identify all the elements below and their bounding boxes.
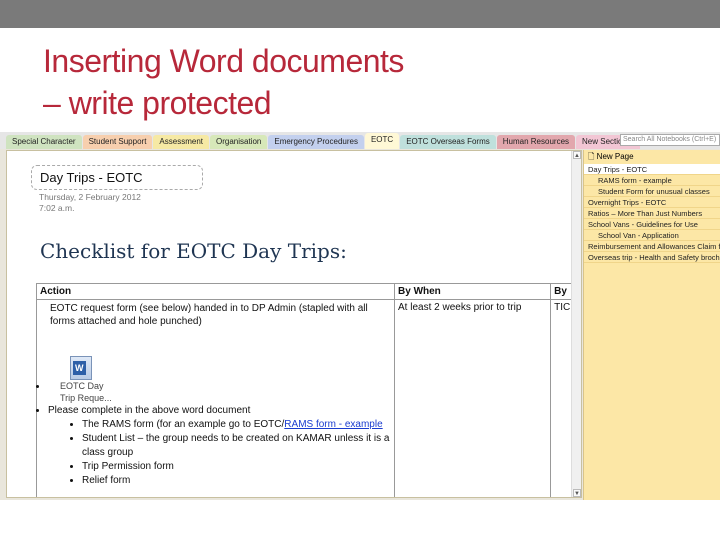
action-text: EOTC request form (see below) handed in …	[50, 303, 368, 327]
attachment-label[interactable]: EOTC Day Trip Reque...	[48, 380, 118, 404]
page-list-panel: 🗋 New Page Day Trips - EOTC RAMS form - e…	[583, 150, 720, 500]
list-item: The RAMS form (for an example go to EOTC…	[82, 418, 391, 432]
header-action: Action	[35, 283, 396, 300]
date: Thursday, 2 February 2012	[39, 192, 141, 202]
time: 7:02 a.m.	[39, 203, 75, 213]
page-list-item[interactable]: Reimbursement and Allowances Claim form	[584, 241, 720, 252]
header-by-when: By When	[394, 283, 552, 300]
action-cell: EOTC request form (see below) handed in …	[35, 299, 396, 497]
table-row: EOTC request form (see below) handed in …	[35, 299, 581, 497]
rams-link[interactable]: RAMS form - example	[284, 419, 382, 430]
title-line-1: Inserting Word documents	[43, 43, 404, 79]
page-canvas: Day Trips - EOTC Thursday, 2 February 20…	[6, 150, 582, 498]
tab-assessment[interactable]: Assessment	[153, 135, 209, 149]
rams-text: The RAMS form (for an example go to EOTC…	[82, 419, 285, 430]
new-page-label: New Page	[596, 152, 634, 161]
list-item: Relief form	[82, 474, 391, 488]
page-heading: Checklist for EOTC Day Trips:	[40, 239, 347, 263]
scroll-up-icon[interactable]: ▲	[573, 151, 581, 159]
page-list-item[interactable]: RAMS form - example	[584, 175, 720, 186]
scroll-down-icon[interactable]: ▼	[573, 489, 581, 497]
list-item: Trip Permission form	[82, 460, 391, 474]
table-header-row: Action By When By	[35, 283, 581, 300]
tab-organisation[interactable]: Organisation	[210, 135, 268, 149]
slide-top-bar	[0, 0, 720, 28]
word-document-icon[interactable]: W	[70, 356, 92, 380]
tab-human-resources[interactable]: Human Resources	[496, 135, 576, 149]
new-page-icon: 🗋	[588, 152, 595, 161]
instruction-item: Please complete in the above word docume…	[48, 404, 391, 418]
tab-emergency-procedures[interactable]: Emergency Procedures	[268, 135, 364, 149]
vertical-scrollbar[interactable]: ▲ ▼	[571, 151, 581, 497]
tab-eotc[interactable]: EOTC	[364, 133, 400, 149]
title-line-2: – write protected	[43, 85, 272, 121]
page-title[interactable]: Day Trips - EOTC	[31, 165, 203, 190]
page-date: Thursday, 2 February 2012 7:02 a.m.	[39, 192, 141, 214]
page-list-item[interactable]: Ratios – More Than Just Numbers	[584, 208, 720, 219]
slide-title: Inserting Word documents – write protect…	[43, 40, 404, 124]
new-page-button[interactable]: 🗋 New Page	[584, 150, 720, 164]
page-list-item[interactable]: Student Form for unusual classes	[584, 186, 720, 197]
checklist-table: Action By When By EOTC request form (see…	[35, 283, 581, 497]
attachment-item: W EOTC Day Trip Reque...	[48, 356, 391, 404]
page-list-item[interactable]: School Vans - Guidelines for Use	[584, 219, 720, 230]
page-list-item[interactable]: School Van - Application	[584, 230, 720, 241]
section-tabs: Special Character Student Support Assessme…	[0, 132, 720, 149]
page-list-item[interactable]: Day Trips - EOTC	[584, 164, 720, 175]
page-list-item[interactable]: Overseas trip - Health and Safety brochu…	[584, 252, 720, 263]
page-list-item[interactable]: Overnight Trips - EOTC	[584, 197, 720, 208]
tab-special-character[interactable]: Special Character	[6, 135, 82, 149]
onenote-screenshot: Special Character Student Support Assessme…	[0, 132, 720, 500]
tab-eotc-overseas-forms[interactable]: EOTC Overseas Forms	[400, 135, 496, 149]
by-when-cell: At least 2 weeks prior to trip	[394, 299, 552, 497]
list-item: Student List – the group needs to be cre…	[82, 432, 391, 460]
search-input[interactable]: Search All Notebooks (Ctrl+E)	[620, 134, 720, 146]
tab-student-support[interactable]: Student Support	[82, 135, 153, 149]
